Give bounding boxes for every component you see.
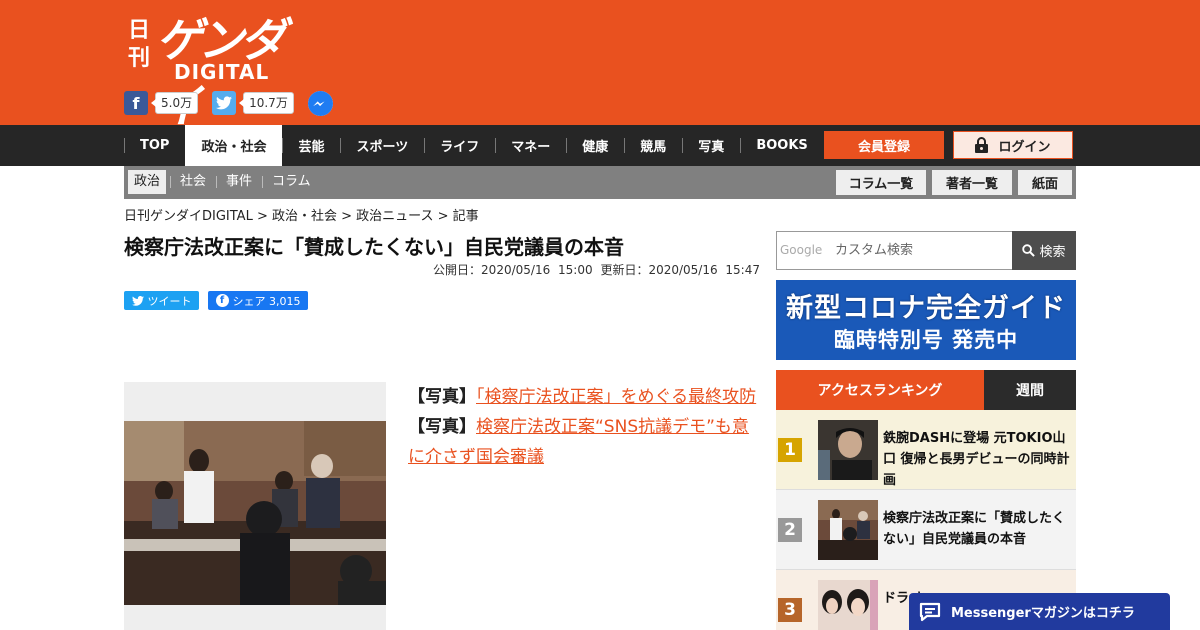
sub-nav-list: 政治 社会 事件 コラム <box>128 170 321 194</box>
messenger-icon[interactable] <box>307 90 333 116</box>
chat-icon <box>919 602 941 621</box>
related-item: 【写真】検察庁法改正案“SNS抗議デモ”も意に介さず国会審議 <box>408 412 760 472</box>
search-box: Google 検索 <box>776 231 1076 270</box>
ranking-item[interactable]: 2 検察庁法改正案に「賛成したくない」自民党議員の本音 <box>776 490 1076 570</box>
nav-item[interactable]: 競馬 <box>624 125 682 166</box>
nav-item[interactable]: 健康 <box>566 125 624 166</box>
facebook-icon[interactable]: f <box>124 91 148 115</box>
ranking-thumbnail <box>818 580 878 630</box>
article-photo[interactable] <box>124 421 386 605</box>
nav-item[interactable]: ライフ <box>424 125 495 166</box>
related-label: 【写真】 <box>408 387 476 407</box>
search-button-label: 検索 <box>1039 245 1066 260</box>
nav-item[interactable]: 政治・社会 <box>185 125 283 166</box>
related-link[interactable]: 「検察庁法改正案」をめぐる最終攻防 <box>476 387 756 407</box>
subnav-item[interactable]: 社会 <box>170 170 216 194</box>
share-label: シェア 3,015 <box>232 294 301 308</box>
search-button[interactable]: 検索 <box>1012 231 1076 270</box>
lock-icon <box>975 137 989 153</box>
main-nav-list: TOP 政治・社会 芸能 スポーツ ライフ マネー 健康 競馬 写真 BOOKS <box>124 125 824 166</box>
nav-item[interactable]: マネー <box>495 125 566 166</box>
sub-nav-buttons: コラム一覧 著者一覧 紙面 <box>836 170 1072 195</box>
related-label: 【写真】 <box>408 417 476 437</box>
nav-item[interactable]: BOOKS <box>740 125 823 166</box>
breadcrumb[interactable]: 日刊ゲンダイDIGITAL > 政治・社会 > 政治ニュース > 記事 <box>124 205 479 224</box>
facebook-share-button[interactable]: f シェア 3,015 <box>208 291 308 310</box>
tweet-button[interactable]: ツイート <box>124 291 199 310</box>
facebook-share-icon: f <box>215 294 229 307</box>
banner-line2: 臨時特別号 発売中 <box>833 328 1019 352</box>
subnav-item[interactable]: 政治 <box>128 170 167 194</box>
subnav-item[interactable]: 事件 <box>216 170 262 194</box>
banner-line1: 新型コロナ完全ガイド <box>786 293 1066 324</box>
site-logo[interactable]: 日刊 ゲンダイ DIGITAL <box>126 10 306 133</box>
ranking-item-text: 鉄腕DASHに登場 元TOKIO山口 復帰と長男デビューの同時計画 <box>883 431 1070 488</box>
login-button[interactable]: ログイン <box>953 131 1073 159</box>
messenger-label: Messengerマガジンはコチラ <box>951 606 1135 621</box>
twitter-bird-icon <box>131 295 144 306</box>
related-item: 【写真】「検察庁法改正案」をめぐる最終攻防 <box>408 382 760 412</box>
paper-button[interactable]: 紙面 <box>1018 170 1072 195</box>
rank-number: 2 <box>778 518 802 542</box>
nav-item[interactable]: TOP <box>124 125 185 166</box>
published-date: 公開日：2020/05/16 15:00 <box>433 263 593 277</box>
nav-item[interactable]: スポーツ <box>340 125 424 166</box>
related-links: 【写真】「検察庁法改正案」をめぐる最終攻防 【写真】検察庁法改正案“SNS抗議デ… <box>408 382 760 472</box>
sub-nav: 政治 社会 事件 コラム コラム一覧 著者一覧 紙面 <box>124 166 1076 199</box>
messenger-magazine-bar[interactable]: Messengerマガジンはコチラ <box>909 593 1170 630</box>
corona-guide-banner[interactable]: 新型コロナ完全ガイド 臨時特別号 発売中 <box>776 280 1076 360</box>
login-label: ログイン <box>998 139 1051 155</box>
twitter-icon[interactable] <box>212 91 237 115</box>
site-header: 日刊 ゲンダイ DIGITAL f 5.0万 10.7万 <box>0 0 1200 133</box>
ranking-item[interactable]: 1 鉄腕DASHに登場 元TOKIO山口 復帰と長男デビューの同時計画 <box>776 410 1076 490</box>
author-list-button[interactable]: 著者一覧 <box>932 170 1012 195</box>
ranking-item-text: 検察庁法改正案に「賛成したくない」自民党議員の本音 <box>883 511 1066 547</box>
rank-number: 1 <box>778 438 802 462</box>
ranking-tab-weekly[interactable]: 週間 <box>984 370 1076 410</box>
nav-item[interactable]: 写真 <box>682 125 740 166</box>
ranking-title: アクセスランキング <box>776 370 984 410</box>
ranking-thumbnail <box>818 420 878 480</box>
nav-item[interactable]: 芸能 <box>282 125 340 166</box>
search-icon <box>1022 244 1036 257</box>
column-list-button[interactable]: コラム一覧 <box>836 170 926 195</box>
main-nav: TOP 政治・社会 芸能 スポーツ ライフ マネー 健康 競馬 写真 BOOKS 会員登録 ログイ… <box>0 125 1200 166</box>
tweet-label: ツイート <box>147 294 192 308</box>
article-title: 検察庁法改正案に「賛成したくない」自民党議員の本音 <box>124 235 624 259</box>
subnav-item[interactable]: コラム <box>262 170 321 194</box>
register-button[interactable]: 会員登録 <box>824 131 944 159</box>
social-follow-row: f 5.0万 10.7万 <box>124 90 333 116</box>
search-input[interactable] <box>777 232 1013 269</box>
updated-date: 更新日：2020/05/16 15:47 <box>600 263 760 277</box>
facebook-follow-count: 5.0万 <box>150 92 199 114</box>
rank-number: 3 <box>778 598 802 622</box>
article-dates: 公開日：2020/05/16 15:00 更新日：2020/05/16 15:4… <box>433 261 760 278</box>
ranking-thumbnail <box>818 500 878 560</box>
ranking-header: アクセスランキング 週間 <box>776 370 1076 410</box>
logo-digital: DIGITAL <box>174 60 270 84</box>
twitter-follow-count: 10.7万 <box>239 92 294 114</box>
logo-nikkan: 日刊 <box>128 17 151 71</box>
